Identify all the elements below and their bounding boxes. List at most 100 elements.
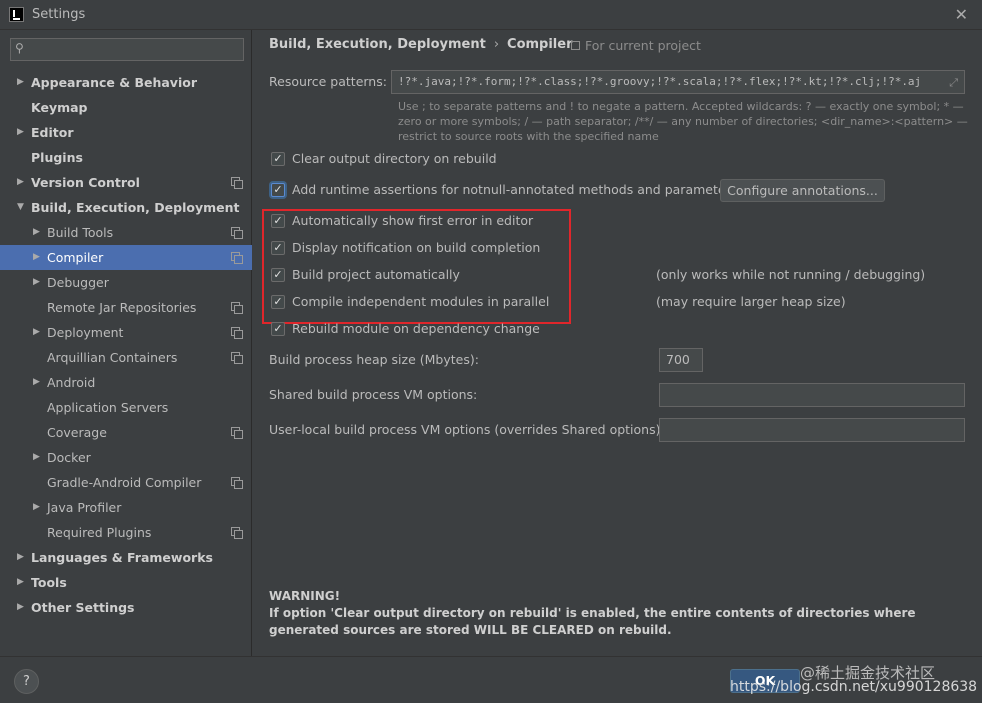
project-level-icon xyxy=(231,327,243,339)
dialog-footer: ? OK @稀土掘金技术社区 https://blog.csdn.net/xu9… xyxy=(0,656,982,703)
warning-title: WARNING! xyxy=(269,589,341,603)
chevron-right-icon[interactable]: ▶ xyxy=(17,170,24,195)
expand-icon[interactable]: ⤢ xyxy=(949,72,958,93)
chevron-right-icon[interactable]: ▶ xyxy=(33,495,40,520)
sidebar-item-remote-jar-repositories[interactable]: Remote Jar Repositories xyxy=(0,295,252,320)
sidebar-item-java-profiler[interactable]: ▶ Java Profiler xyxy=(0,495,252,520)
sidebar-item-build-tools[interactable]: ▶ Build Tools xyxy=(0,220,252,245)
sidebar-item-appearance-behavior[interactable]: ▶ Appearance & Behavior xyxy=(0,70,252,95)
sidebar-item-label: Appearance & Behavior xyxy=(31,75,197,90)
sidebar-item-label: Plugins xyxy=(31,150,83,165)
breadcrumb-parent[interactable]: Build, Execution, Deployment xyxy=(269,37,486,52)
rebuild-on-change-label: Rebuild module on dependency change xyxy=(292,321,540,336)
configure-annotations-button[interactable]: Configure annotations... xyxy=(720,179,885,202)
sidebar-item-label: Required Plugins xyxy=(47,525,152,540)
shared-vm-options-input[interactable] xyxy=(659,383,965,407)
sidebar-item-label: Debugger xyxy=(47,275,109,290)
watermark-url: https://blog.csdn.net/xu990128638 xyxy=(730,679,978,695)
chevron-right-icon[interactable]: ▶ xyxy=(17,120,24,145)
runtime-assertions-label: Add runtime assertions for notnull-annot… xyxy=(292,182,738,197)
warning-text: If option 'Clear output directory on reb… xyxy=(269,606,916,637)
checkbox-checked-icon[interactable]: ✓ xyxy=(271,183,285,197)
sidebar-item-languages-frameworks[interactable]: ▶ Languages & Frameworks xyxy=(0,545,252,570)
chevron-right-icon[interactable]: ▶ xyxy=(17,595,24,620)
user-vm-options-label: User-local build process VM options (ove… xyxy=(269,422,665,437)
sidebar-item-other-settings[interactable]: ▶ Other Settings xyxy=(0,595,252,620)
chevron-right-icon[interactable]: ▶ xyxy=(33,220,40,245)
sidebar-item-label: Remote Jar Repositories xyxy=(47,300,197,315)
settings-tree: ▶ Appearance & Behavior Keymap ▶ Editor Plugi… xyxy=(0,70,252,620)
sidebar-item-label: Gradle-Android Compiler xyxy=(47,475,202,490)
sidebar-item-version-control[interactable]: ▶ Version Control xyxy=(0,170,252,195)
sidebar-item-label: Docker xyxy=(47,450,91,465)
sidebar-item-editor[interactable]: ▶ Editor xyxy=(0,120,252,145)
window-title: Settings xyxy=(32,7,86,22)
help-button[interactable]: ? xyxy=(14,669,39,694)
sidebar-item-label: Build Tools xyxy=(47,225,114,240)
sidebar-item-docker[interactable]: ▶ Docker xyxy=(0,445,252,470)
chevron-right-icon[interactable]: ▶ xyxy=(33,270,40,295)
sidebar-item-label: Coverage xyxy=(47,425,107,440)
sidebar-item-gradle-android-compiler[interactable]: Gradle-Android Compiler xyxy=(0,470,252,495)
scope-label-text: For current project xyxy=(585,38,701,53)
project-level-icon xyxy=(231,427,243,439)
scope-label: For current project xyxy=(571,38,701,53)
resource-patterns-label: Resource patterns: xyxy=(269,74,387,89)
sidebar-item-label: Other Settings xyxy=(31,600,135,615)
sidebar-item-label: Version Control xyxy=(31,175,140,190)
project-level-icon xyxy=(231,352,243,364)
sidebar-item-android[interactable]: ▶ Android xyxy=(0,370,252,395)
compiler-settings-panel: Build, Execution, Deployment › Compiler Fo… xyxy=(253,30,982,656)
sidebar-item-label: Android xyxy=(47,375,96,390)
sidebar-item-label: Deployment xyxy=(47,325,124,340)
build-automatically-note: (only works while not running / debuggin… xyxy=(656,267,926,282)
intellij-app-icon xyxy=(9,7,24,22)
heap-size-input[interactable]: 700 xyxy=(659,348,703,372)
chevron-right-icon[interactable]: ▶ xyxy=(17,70,24,95)
chevron-right-icon[interactable]: ▶ xyxy=(17,570,24,595)
chevron-right-icon[interactable]: ▶ xyxy=(33,320,40,345)
sidebar-item-application-servers[interactable]: Application Servers xyxy=(0,395,252,420)
project-level-icon xyxy=(231,177,243,189)
chevron-right-icon[interactable]: ▶ xyxy=(17,545,24,570)
sidebar-item-label: Java Profiler xyxy=(47,500,122,515)
title-bar: Settings ✕ xyxy=(0,0,982,30)
sidebar-item-debugger[interactable]: ▶ Debugger xyxy=(0,270,252,295)
sidebar-item-label: Keymap xyxy=(31,100,88,115)
sidebar-item-tools[interactable]: ▶ Tools xyxy=(0,570,252,595)
highlight-annotation-box xyxy=(262,209,571,324)
sidebar-item-coverage[interactable]: Coverage xyxy=(0,420,252,445)
checkbox-checked-icon[interactable]: ✓ xyxy=(271,322,285,336)
sidebar-item-build-execution-deployment[interactable]: ▼ Build, Execution, Deployment xyxy=(0,195,252,220)
chevron-right-icon[interactable]: ▶ xyxy=(33,245,40,270)
sidebar-item-label: Languages & Frameworks xyxy=(31,550,213,565)
settings-search-input[interactable]: ⚲ xyxy=(10,38,244,61)
user-vm-options-input[interactable] xyxy=(659,418,965,442)
breadcrumb-separator: › xyxy=(493,37,500,52)
sidebar-item-deployment[interactable]: ▶ Deployment xyxy=(0,320,252,345)
chevron-right-icon[interactable]: ▶ xyxy=(33,445,40,470)
warning-message: WARNING! If option 'Clear output directo… xyxy=(269,588,969,639)
project-scope-icon xyxy=(571,41,580,50)
sidebar-item-arquillian-containers[interactable]: Arquillian Containers xyxy=(0,345,252,370)
sidebar-item-keymap[interactable]: Keymap xyxy=(0,95,252,120)
sidebar-item-plugins[interactable]: Plugins xyxy=(0,145,252,170)
project-level-icon xyxy=(231,302,243,314)
sidebar-item-required-plugins[interactable]: Required Plugins xyxy=(0,520,252,545)
project-level-icon xyxy=(231,227,243,239)
sidebar-item-compiler[interactable]: ▶ Compiler xyxy=(0,245,252,270)
sidebar-item-label: Editor xyxy=(31,125,74,140)
sidebar-item-label: Build, Execution, Deployment xyxy=(31,200,240,215)
sidebar-item-label: Tools xyxy=(31,575,67,590)
breadcrumb: Build, Execution, Deployment › Compiler xyxy=(269,37,573,52)
sidebar-item-label: Application Servers xyxy=(47,400,169,415)
project-level-icon xyxy=(231,252,243,264)
chevron-down-icon[interactable]: ▼ xyxy=(17,195,24,220)
sidebar-item-label: Arquillian Containers xyxy=(47,350,178,365)
resource-patterns-field[interactable]: !?*.java;!?*.form;!?*.class;!?*.groovy;!… xyxy=(391,70,965,94)
search-icon: ⚲ xyxy=(15,41,24,55)
checkbox-checked-icon[interactable]: ✓ xyxy=(271,152,285,166)
close-icon[interactable]: ✕ xyxy=(955,5,968,24)
shared-vm-options-label: Shared build process VM options: xyxy=(269,387,478,402)
chevron-right-icon[interactable]: ▶ xyxy=(33,370,40,395)
